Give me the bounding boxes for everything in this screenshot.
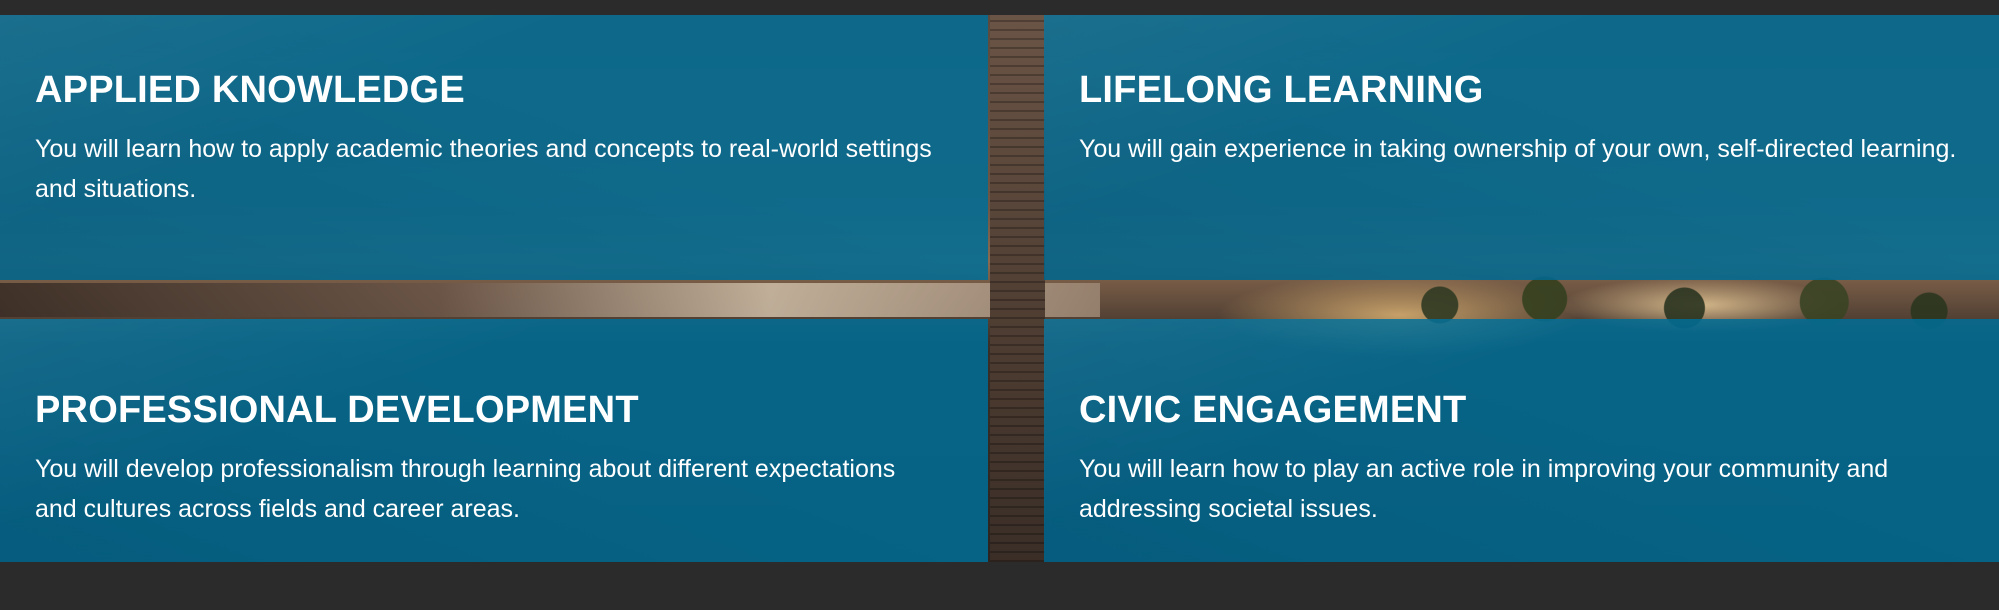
outcome-description: You will learn how to play an active rol… [1079, 455, 1889, 523]
learning-outcomes-section: APPLIED KNOWLEDGE You will learn how to … [0, 15, 1999, 562]
outcome-description: You will learn how to apply academic the… [35, 135, 932, 203]
outcome-card-civic-engagement: CIVIC ENGAGEMENT You will learn how to p… [1044, 319, 1999, 562]
outcome-description: You will gain experience in taking owner… [1079, 135, 1957, 163]
outcome-card-professional-development: PROFESSIONAL DEVELOPMENT You will develo… [0, 319, 988, 562]
outcome-card-applied-knowledge: APPLIED KNOWLEDGE You will learn how to … [0, 15, 988, 280]
background-building-beam [0, 283, 1100, 317]
outcome-card-lifelong-learning: LIFELONG LEARNING You will gain experien… [1044, 15, 1999, 280]
outcome-title: LIFELONG LEARNING [1079, 69, 1484, 111]
outcome-title: PROFESSIONAL DEVELOPMENT [35, 389, 639, 431]
background-brick-column [990, 15, 1045, 562]
outcome-title: APPLIED KNOWLEDGE [35, 69, 465, 111]
outcome-description: You will develop professionalism through… [35, 455, 896, 523]
outcome-title: CIVIC ENGAGEMENT [1079, 389, 1467, 431]
